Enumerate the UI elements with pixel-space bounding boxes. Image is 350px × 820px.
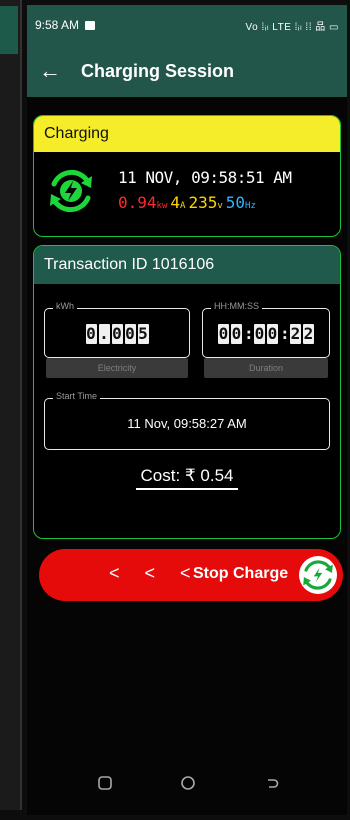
digit: 2 [303, 324, 314, 344]
page-title: Charging Session [81, 60, 235, 81]
current-value: 4 [170, 193, 181, 212]
transaction-card: Transaction ID 1016106 kWh 0.005 Electri… [33, 245, 341, 539]
frequency-unit: Hz [245, 201, 256, 211]
digit: 0 [124, 324, 136, 344]
charging-readings: 0.94kw 4A 235v 50Hz [118, 193, 259, 212]
charging-cycle-icon [303, 560, 333, 590]
digit-separator: : [280, 324, 290, 343]
phone-screen: 9:58 AM Vo ⁞ᵢₗ LTE ⁞ᵢₗ ⁞⁞ 品 ▭ ← Charging… [27, 5, 347, 815]
background-app-bar [0, 6, 18, 54]
duration-label: Duration [204, 358, 328, 378]
electricity-label: Electricity [46, 358, 188, 378]
digit: 0 [231, 324, 242, 344]
charging-status-card: Charging 11 NOV, 09:58:51 AM 0.94kw 4A 235… [33, 115, 341, 237]
system-nav-bar [27, 755, 347, 815]
duration-digits: 00:00:22 [203, 324, 329, 344]
back-icon[interactable] [264, 775, 280, 791]
current-unit: A [180, 201, 186, 211]
transaction-header: Transaction ID 1016106 [34, 246, 340, 284]
recent-apps-icon[interactable] [97, 775, 113, 791]
digit: 0 [254, 324, 265, 344]
power-unit: kw [156, 201, 168, 211]
start-time-value: 11 Nov, 09:58:27 AM [127, 416, 247, 431]
charging-cycle-icon [50, 169, 92, 213]
cost-value: Cost: ₹ 0.54 [136, 466, 238, 490]
cost-display: Cost: ₹ 0.54 [34, 466, 340, 490]
background-app-edge [0, 0, 22, 810]
swipe-arrows: < < < [109, 563, 201, 583]
status-bar: 9:58 AM Vo ⁞ᵢₗ LTE ⁞ᵢₗ ⁞⁞ 品 ▭ [27, 5, 347, 45]
arrow-left-icon[interactable]: ← [39, 58, 69, 84]
digit: 0 [218, 324, 229, 344]
status-time: 9:58 AM [35, 18, 80, 32]
home-icon[interactable] [180, 775, 196, 791]
digit: 0 [85, 324, 97, 344]
power-value: 0.94 [118, 193, 157, 212]
digit: 5 [137, 324, 149, 344]
swipe-handle[interactable] [299, 556, 337, 594]
duration-legend: HH:MM:SS [211, 301, 262, 311]
voltage-unit: v [217, 201, 223, 211]
sim-notification-icon [85, 20, 96, 30]
duration-field: HH:MM:SS 00:00:22 [202, 301, 330, 358]
app-bar: ← Charging Session [27, 45, 347, 97]
charging-datetime: 11 NOV, 09:58:51 AM [118, 168, 292, 187]
status-indicators: Vo ⁞ᵢₗ LTE ⁞ᵢₗ ⁞⁞ 品 ▭ [245, 21, 339, 33]
start-time-field: Start Time 11 Nov, 09:58:27 AM [44, 391, 330, 450]
stop-charge-button[interactable]: < < < Stop Charge [39, 549, 343, 601]
frequency-value: 50 [225, 193, 246, 212]
charging-status-header: Charging [34, 116, 340, 152]
start-time-legend: Start Time [53, 391, 101, 401]
digit: . [98, 324, 110, 344]
electricity-field: kWh 0.005 [44, 301, 190, 358]
digit: 2 [290, 324, 301, 344]
stop-charge-label: Stop Charge [193, 565, 289, 582]
digit: 0 [111, 324, 123, 344]
digit: 0 [267, 324, 278, 344]
electricity-digits: 0.005 [45, 324, 189, 344]
voltage-value: 235 [188, 193, 218, 212]
electricity-legend: kWh [53, 301, 77, 311]
digit-separator: : [244, 324, 254, 343]
